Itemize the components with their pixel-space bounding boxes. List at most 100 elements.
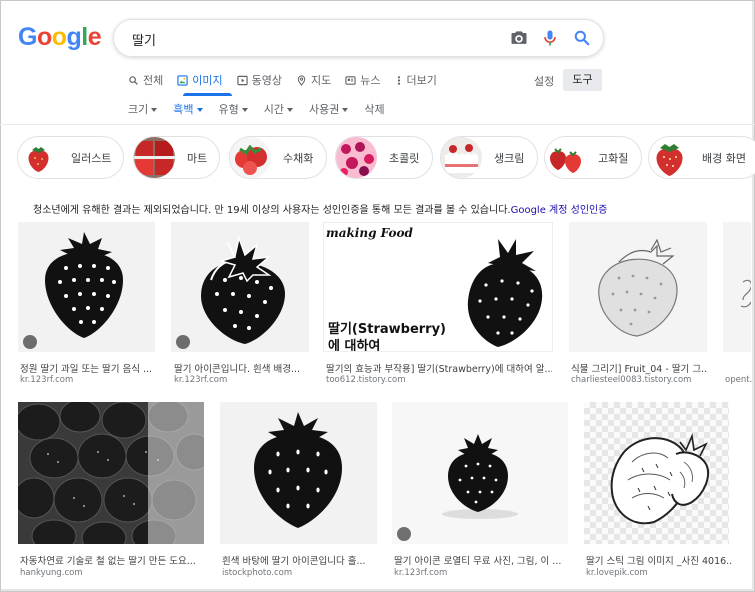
- result-source: istockphoto.com: [222, 568, 293, 578]
- tab-maps[interactable]: 지도: [296, 72, 331, 88]
- filter-label: 시간: [263, 103, 284, 116]
- result-source: kr.123rf.com: [20, 375, 74, 385]
- active-tab-indicator: [183, 93, 232, 96]
- chip-mart[interactable]: 마트: [133, 136, 220, 179]
- result-caption[interactable]: 딸기의 효능과 부작용] 딸기(Strawberry)에 대하여 알...: [326, 361, 552, 375]
- logo-letter: o: [51, 23, 67, 51]
- result-thumbnail[interactable]: [723, 222, 751, 352]
- tools-button[interactable]: 도구: [563, 69, 602, 91]
- tab-images[interactable]: 이미지: [177, 72, 223, 88]
- chip-thumbnail: [649, 137, 690, 178]
- logo-letter: g: [66, 23, 82, 51]
- map-pin-icon: [297, 74, 306, 86]
- tab-all[interactable]: 전체: [128, 72, 163, 88]
- chip-thumbnail: [230, 137, 271, 178]
- result-thumbnail[interactable]: [18, 222, 155, 352]
- overlay-line: 에 대하여: [328, 339, 381, 352]
- filter-usage-rights[interactable]: 사용권: [309, 101, 349, 117]
- header-divider: [0, 124, 755, 125]
- search-tabs: 전체 이미지 동영상 지도 뉴스 더보기: [128, 72, 451, 88]
- chip-label: 수채화: [283, 151, 314, 165]
- filter-label: 사용권: [309, 103, 340, 116]
- result-source: kr.123rf.com: [174, 375, 228, 385]
- chip-high-resolution[interactable]: 고화질: [544, 136, 642, 179]
- chip-watercolor[interactable]: 수채화: [229, 136, 327, 179]
- result-source: hankyung.com: [20, 568, 83, 578]
- chip-label: 일러스트: [71, 151, 112, 165]
- tab-label: 뉴스: [360, 74, 381, 87]
- result-thumbnail[interactable]: making Food 딸기(Strawberry) 에 대하여: [323, 222, 553, 352]
- tab-label: 전체: [143, 74, 164, 87]
- tag-icon: [397, 527, 411, 541]
- result-thumbnail[interactable]: [569, 222, 707, 352]
- video-icon: [236, 75, 248, 85]
- result-caption[interactable]: 딸기 아이콘입니다. 흰색 배경...: [174, 361, 309, 375]
- tab-label: 지도: [311, 74, 332, 87]
- tag-icon: [23, 335, 37, 349]
- result-thumbnail[interactable]: [392, 402, 568, 544]
- result-source: kr.lovepik.com: [586, 568, 648, 578]
- chip-whipped-cream[interactable]: 생크림: [440, 136, 538, 179]
- tab-news[interactable]: 뉴스: [345, 72, 381, 88]
- image-icon: [177, 74, 188, 86]
- filter-label: 삭제: [364, 103, 385, 116]
- result-thumbnail[interactable]: [18, 402, 204, 544]
- result-caption[interactable]: 딸기 아이콘 로열티 무료 사진, 그림, 이 ...: [394, 553, 568, 567]
- news-icon: [345, 75, 356, 85]
- result-source: kr.123rf.com: [394, 568, 448, 578]
- notice-text: 청소년에게 유해한 결과는 제외되었습니다. 만 19세 이상의 사용자는 성인…: [33, 205, 511, 216]
- overlay-title: making Food: [326, 226, 413, 240]
- result-caption[interactable]: 딸기 스틱 그림 이미지 _사진 4016...: [586, 553, 732, 567]
- filter-bar: 크기 흑백 유형 시간 사용권 삭제: [128, 101, 401, 117]
- tab-label: 동영상: [251, 74, 282, 87]
- google-logo[interactable]: Google: [18, 23, 102, 52]
- adult-verification-link[interactable]: Google 계정 성인인증: [511, 205, 608, 216]
- result-caption[interactable]: 흰색 바탕에 딸기 아이콘입니다 흘...: [222, 553, 377, 567]
- chevron-down-icon: [196, 108, 203, 112]
- chip-label: 배경 화면: [702, 151, 746, 165]
- logo-letter: e: [87, 23, 102, 51]
- settings-link[interactable]: 설정: [534, 73, 554, 89]
- mic-icon[interactable]: [540, 28, 560, 48]
- chip-illustration[interactable]: 일러스트: [17, 136, 124, 179]
- result-source: charliesteel0083.tistory.com: [571, 375, 692, 385]
- tag-icon: [176, 335, 190, 349]
- chip-thumbnail: [18, 137, 59, 178]
- chip-thumbnail: [134, 137, 175, 178]
- search-box[interactable]: 딸기: [113, 19, 604, 57]
- more-icon: [397, 75, 400, 85]
- tab-label: 이미지: [192, 74, 223, 87]
- filter-color[interactable]: 흑백: [173, 101, 203, 117]
- related-chips: 일러스트 마트 수채화 초콜릿 생크림 고화질 배경 화면: [17, 136, 755, 180]
- filter-type[interactable]: 유형: [219, 101, 248, 117]
- tab-more[interactable]: 더보기: [395, 72, 437, 88]
- search-input[interactable]: 딸기: [132, 30, 156, 49]
- chip-thumbnail: [441, 137, 482, 178]
- result-thumbnail[interactable]: [220, 402, 377, 544]
- chevron-down-icon: [287, 108, 293, 112]
- filter-time[interactable]: 시간: [264, 101, 293, 117]
- filter-clear[interactable]: 삭제: [364, 101, 384, 117]
- result-caption[interactable]: 정원 딸기 과일 또는 딸기 음식 ...: [20, 361, 155, 375]
- chevron-down-icon: [342, 108, 349, 112]
- chip-thumbnail: [336, 137, 377, 178]
- chip-label: 고화질: [598, 151, 629, 165]
- chip-label: 생크림: [494, 151, 525, 165]
- filter-size[interactable]: 크기: [128, 101, 158, 117]
- result-thumbnail[interactable]: [171, 222, 309, 352]
- result-source: too612.tistory.com: [326, 375, 406, 385]
- logo-letter: G: [18, 23, 37, 51]
- chip-chocolate[interactable]: 초콜릿: [335, 136, 433, 179]
- safe-search-notice: 청소년에게 유해한 결과는 제외되었습니다. 만 19세 이상의 사용자는 성인…: [33, 201, 607, 216]
- tab-videos[interactable]: 동영상: [236, 72, 282, 88]
- result-caption[interactable]: 식물 그리기] Fruit_04 - 딸기 그...: [571, 361, 707, 375]
- chip-label: 마트: [187, 151, 208, 165]
- chevron-down-icon: [151, 108, 158, 112]
- result-thumbnail[interactable]: [584, 402, 729, 544]
- camera-icon[interactable]: [509, 28, 529, 48]
- search-icon[interactable]: [572, 28, 592, 48]
- filter-label: 흑백: [173, 103, 194, 116]
- logo-letter: o: [36, 23, 52, 51]
- chip-wallpaper[interactable]: 배경 화면: [648, 136, 755, 179]
- result-caption[interactable]: 자동차연료 기술로 철 없는 딸기 만든 도요...: [20, 553, 204, 567]
